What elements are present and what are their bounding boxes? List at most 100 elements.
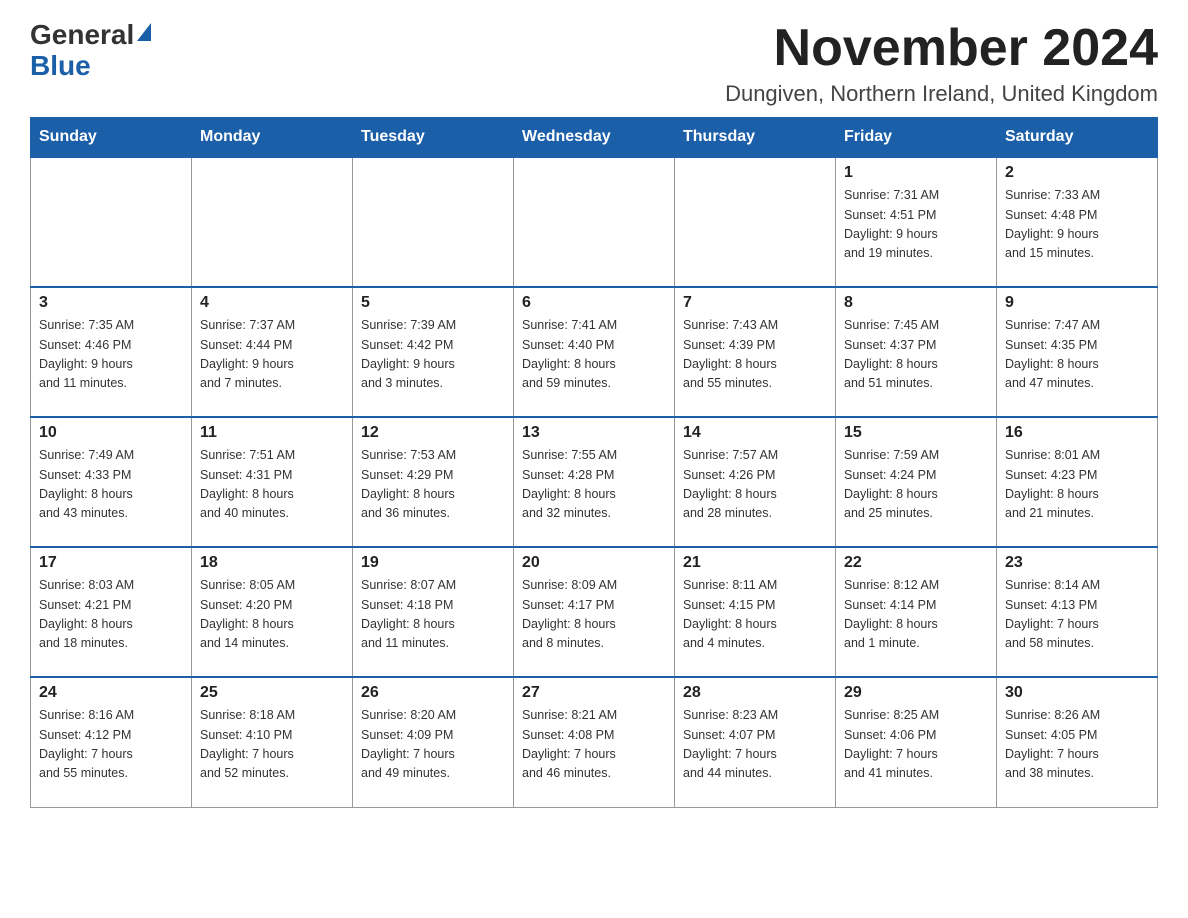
day-info: Sunrise: 8:09 AM Sunset: 4:17 PM Dayligh… (522, 576, 666, 654)
day-info: Sunrise: 7:47 AM Sunset: 4:35 PM Dayligh… (1005, 316, 1149, 394)
calendar-cell: 20 Sunrise: 8:09 AM Sunset: 4:17 PM Dayli… (514, 547, 675, 677)
day-number: 28 (683, 684, 827, 702)
day-number: 11 (200, 424, 344, 442)
calendar-cell: 16 Sunrise: 8:01 AM Sunset: 4:23 PM Dayli… (997, 417, 1158, 547)
weekday-header-sunday: Sunday (31, 118, 192, 158)
calendar-cell: 12Sunrise: 7:53 AM Sunset: 4:29 PM Dayli… (353, 417, 514, 547)
day-info: Sunrise: 7:37 AM Sunset: 4:44 PM Dayligh… (200, 316, 344, 394)
day-number: 19 (361, 554, 505, 572)
logo: General Blue (30, 20, 151, 82)
calendar-cell: 4 Sunrise: 7:37 AM Sunset: 4:44 PM Daylig… (192, 287, 353, 417)
calendar-cell: 10 Sunrise: 7:49 AM Sunset: 4:33 PM Dayli… (31, 417, 192, 547)
calendar-cell: 21 Sunrise: 8:11 AM Sunset: 4:15 PM Dayli… (675, 547, 836, 677)
week-row-1: 1 Sunrise: 7:31 AM Sunset: 4:51 PM Daylig… (31, 157, 1158, 287)
calendar-cell: 8 Sunrise: 7:45 AM Sunset: 4:37 PM Daylig… (836, 287, 997, 417)
title-area: November 2024 Dungiven, Northern Ireland… (725, 20, 1158, 107)
day-info: Sunrise: 8:07 AM Sunset: 4:18 PM Dayligh… (361, 576, 505, 654)
day-number: 20 (522, 554, 666, 572)
week-row-4: 17 Sunrise: 8:03 AM Sunset: 4:21 PM Dayli… (31, 547, 1158, 677)
day-info: Sunrise: 7:41 AM Sunset: 4:40 PM Dayligh… (522, 316, 666, 394)
calendar-cell: 26 Sunrise: 8:20 AM Sunset: 4:09 PM Dayli… (353, 677, 514, 807)
calendar-cell: 14 Sunrise: 7:57 AM Sunset: 4:26 PM Dayli… (675, 417, 836, 547)
day-info: Sunrise: 8:18 AM Sunset: 4:10 PM Dayligh… (200, 706, 344, 784)
week-row-5: 24Sunrise: 8:16 AM Sunset: 4:12 PM Dayli… (31, 677, 1158, 807)
calendar-cell (192, 157, 353, 287)
day-info: Sunrise: 8:20 AM Sunset: 4:09 PM Dayligh… (361, 706, 505, 784)
page-header: General Blue November 2024 Dungiven, Nor… (30, 20, 1158, 107)
day-info: Sunrise: 8:12 AM Sunset: 4:14 PM Dayligh… (844, 576, 988, 654)
day-number: 14 (683, 424, 827, 442)
day-info: Sunrise: 7:53 AM Sunset: 4:29 PM Dayligh… (361, 446, 505, 524)
calendar-cell: 22 Sunrise: 8:12 AM Sunset: 4:14 PM Dayli… (836, 547, 997, 677)
day-info: Sunrise: 7:33 AM Sunset: 4:48 PM Dayligh… (1005, 186, 1149, 264)
day-number: 6 (522, 294, 666, 312)
day-info: Sunrise: 7:55 AM Sunset: 4:28 PM Dayligh… (522, 446, 666, 524)
calendar-cell: 6 Sunrise: 7:41 AM Sunset: 4:40 PM Daylig… (514, 287, 675, 417)
calendar-cell (353, 157, 514, 287)
day-info: Sunrise: 7:51 AM Sunset: 4:31 PM Dayligh… (200, 446, 344, 524)
calendar-cell: 15 Sunrise: 7:59 AM Sunset: 4:24 PM Dayli… (836, 417, 997, 547)
day-info: Sunrise: 8:01 AM Sunset: 4:23 PM Dayligh… (1005, 446, 1149, 524)
week-row-3: 10 Sunrise: 7:49 AM Sunset: 4:33 PM Dayli… (31, 417, 1158, 547)
day-info: Sunrise: 7:35 AM Sunset: 4:46 PM Dayligh… (39, 316, 183, 394)
day-number: 18 (200, 554, 344, 572)
day-number: 7 (683, 294, 827, 312)
day-info: Sunrise: 8:03 AM Sunset: 4:21 PM Dayligh… (39, 576, 183, 654)
day-number: 22 (844, 554, 988, 572)
calendar-cell: 29 Sunrise: 8:25 AM Sunset: 4:06 PM Dayli… (836, 677, 997, 807)
calendar-cell: 18 Sunrise: 8:05 AM Sunset: 4:20 PM Dayli… (192, 547, 353, 677)
day-number: 16 (1005, 424, 1149, 442)
day-info: Sunrise: 8:14 AM Sunset: 4:13 PM Dayligh… (1005, 576, 1149, 654)
calendar-cell: 3 Sunrise: 7:35 AM Sunset: 4:46 PM Daylig… (31, 287, 192, 417)
day-number: 26 (361, 684, 505, 702)
day-number: 3 (39, 294, 183, 312)
day-info: Sunrise: 7:49 AM Sunset: 4:33 PM Dayligh… (39, 446, 183, 524)
week-row-2: 3 Sunrise: 7:35 AM Sunset: 4:46 PM Daylig… (31, 287, 1158, 417)
day-info: Sunrise: 7:31 AM Sunset: 4:51 PM Dayligh… (844, 186, 988, 264)
logo-general: General (30, 20, 134, 51)
day-number: 1 (844, 164, 988, 182)
day-number: 21 (683, 554, 827, 572)
location-title: Dungiven, Northern Ireland, United Kingd… (725, 81, 1158, 107)
day-number: 13 (522, 424, 666, 442)
day-info: Sunrise: 8:25 AM Sunset: 4:06 PM Dayligh… (844, 706, 988, 784)
day-info: Sunrise: 8:11 AM Sunset: 4:15 PM Dayligh… (683, 576, 827, 654)
weekday-header-wednesday: Wednesday (514, 118, 675, 158)
calendar-table: SundayMondayTuesdayWednesdayThursdayFrid… (30, 117, 1158, 808)
calendar-cell (31, 157, 192, 287)
weekday-header-saturday: Saturday (997, 118, 1158, 158)
day-number: 10 (39, 424, 183, 442)
day-number: 27 (522, 684, 666, 702)
day-info: Sunrise: 7:45 AM Sunset: 4:37 PM Dayligh… (844, 316, 988, 394)
month-title: November 2024 (725, 20, 1158, 77)
weekday-header-tuesday: Tuesday (353, 118, 514, 158)
day-info: Sunrise: 8:05 AM Sunset: 4:20 PM Dayligh… (200, 576, 344, 654)
calendar-cell: 5 Sunrise: 7:39 AM Sunset: 4:42 PM Daylig… (353, 287, 514, 417)
day-info: Sunrise: 7:57 AM Sunset: 4:26 PM Dayligh… (683, 446, 827, 524)
calendar-cell: 28 Sunrise: 8:23 AM Sunset: 4:07 PM Dayli… (675, 677, 836, 807)
day-info: Sunrise: 7:59 AM Sunset: 4:24 PM Dayligh… (844, 446, 988, 524)
day-number: 8 (844, 294, 988, 312)
day-number: 4 (200, 294, 344, 312)
calendar-cell: 2Sunrise: 7:33 AM Sunset: 4:48 PM Daylig… (997, 157, 1158, 287)
day-number: 23 (1005, 554, 1149, 572)
day-number: 29 (844, 684, 988, 702)
weekday-header-thursday: Thursday (675, 118, 836, 158)
day-number: 17 (39, 554, 183, 572)
day-number: 5 (361, 294, 505, 312)
day-info: Sunrise: 8:16 AM Sunset: 4:12 PM Dayligh… (39, 706, 183, 784)
calendar-cell: 24Sunrise: 8:16 AM Sunset: 4:12 PM Dayli… (31, 677, 192, 807)
weekday-header-row: SundayMondayTuesdayWednesdayThursdayFrid… (31, 118, 1158, 158)
day-info: Sunrise: 7:39 AM Sunset: 4:42 PM Dayligh… (361, 316, 505, 394)
calendar-cell: 1 Sunrise: 7:31 AM Sunset: 4:51 PM Daylig… (836, 157, 997, 287)
calendar-cell: 13 Sunrise: 7:55 AM Sunset: 4:28 PM Dayli… (514, 417, 675, 547)
calendar-cell: 11 Sunrise: 7:51 AM Sunset: 4:31 PM Dayli… (192, 417, 353, 547)
calendar-cell: 30Sunrise: 8:26 AM Sunset: 4:05 PM Dayli… (997, 677, 1158, 807)
day-number: 25 (200, 684, 344, 702)
calendar-cell: 17 Sunrise: 8:03 AM Sunset: 4:21 PM Dayli… (31, 547, 192, 677)
day-number: 15 (844, 424, 988, 442)
day-info: Sunrise: 8:26 AM Sunset: 4:05 PM Dayligh… (1005, 706, 1149, 784)
calendar-cell (675, 157, 836, 287)
calendar-cell: 7Sunrise: 7:43 AM Sunset: 4:39 PM Daylig… (675, 287, 836, 417)
day-info: Sunrise: 8:23 AM Sunset: 4:07 PM Dayligh… (683, 706, 827, 784)
